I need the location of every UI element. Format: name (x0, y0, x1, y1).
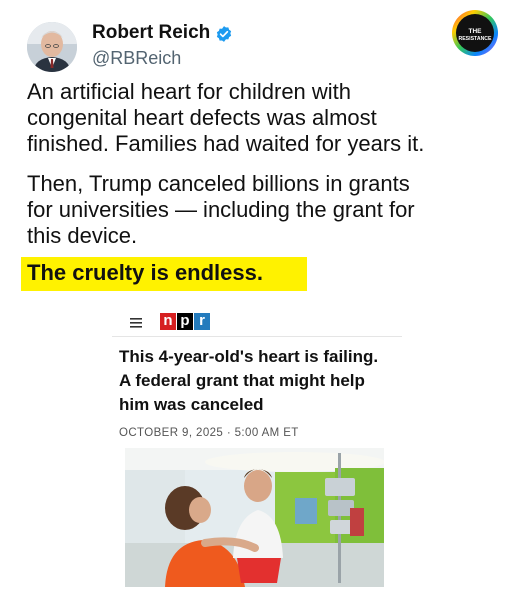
badge-line-1: THE (469, 28, 483, 35)
npr-logo-n: n (160, 313, 176, 330)
headline-line: A federal grant that might help (119, 371, 365, 390)
card-divider (112, 336, 402, 337)
article-photo[interactable] (125, 448, 384, 587)
resistance-badge-icon: THE RESISTANCE (452, 10, 498, 56)
tweet-line: finished. Families had waited for years … (27, 131, 425, 156)
npr-logo[interactable]: n p r (160, 313, 211, 330)
article-date: OCTOBER 9, 2025 · 5:00 AM ET (119, 427, 299, 439)
headline-line: him was canceled (119, 395, 264, 414)
avatar-image (27, 22, 77, 72)
headline-line: This 4-year-old's heart is failing. (119, 347, 379, 366)
npr-logo-r: r (194, 313, 210, 330)
avatar[interactable] (27, 22, 77, 72)
author-handle[interactable]: @RBReich (92, 48, 181, 69)
tweet-line: An artificial heart for children with (27, 79, 352, 104)
tweet-line: this device. (27, 223, 138, 248)
author-name[interactable]: Robert Reich (92, 22, 210, 44)
hospital-scene-image (125, 448, 384, 587)
badge-line-2: RESISTANCE (458, 36, 492, 42)
tweet-paragraph-2: Then, Trump canceled billions in grants … (27, 171, 497, 249)
tweet-line: congenital heart defects was almost (27, 105, 377, 130)
tweet-line: for universities — including the grant f… (27, 197, 415, 222)
tweet-paragraph-1: An artificial heart for children with co… (27, 79, 497, 157)
menu-icon[interactable] (127, 315, 147, 331)
tweet-line: Then, Trump canceled billions in grants (27, 171, 410, 196)
verified-badge-icon (216, 26, 232, 42)
npr-logo-p: p (177, 313, 193, 330)
article-headline[interactable]: This 4-year-old's heart is failing. A fe… (119, 345, 409, 417)
emphasis-text: The cruelty is endless. (27, 260, 263, 285)
